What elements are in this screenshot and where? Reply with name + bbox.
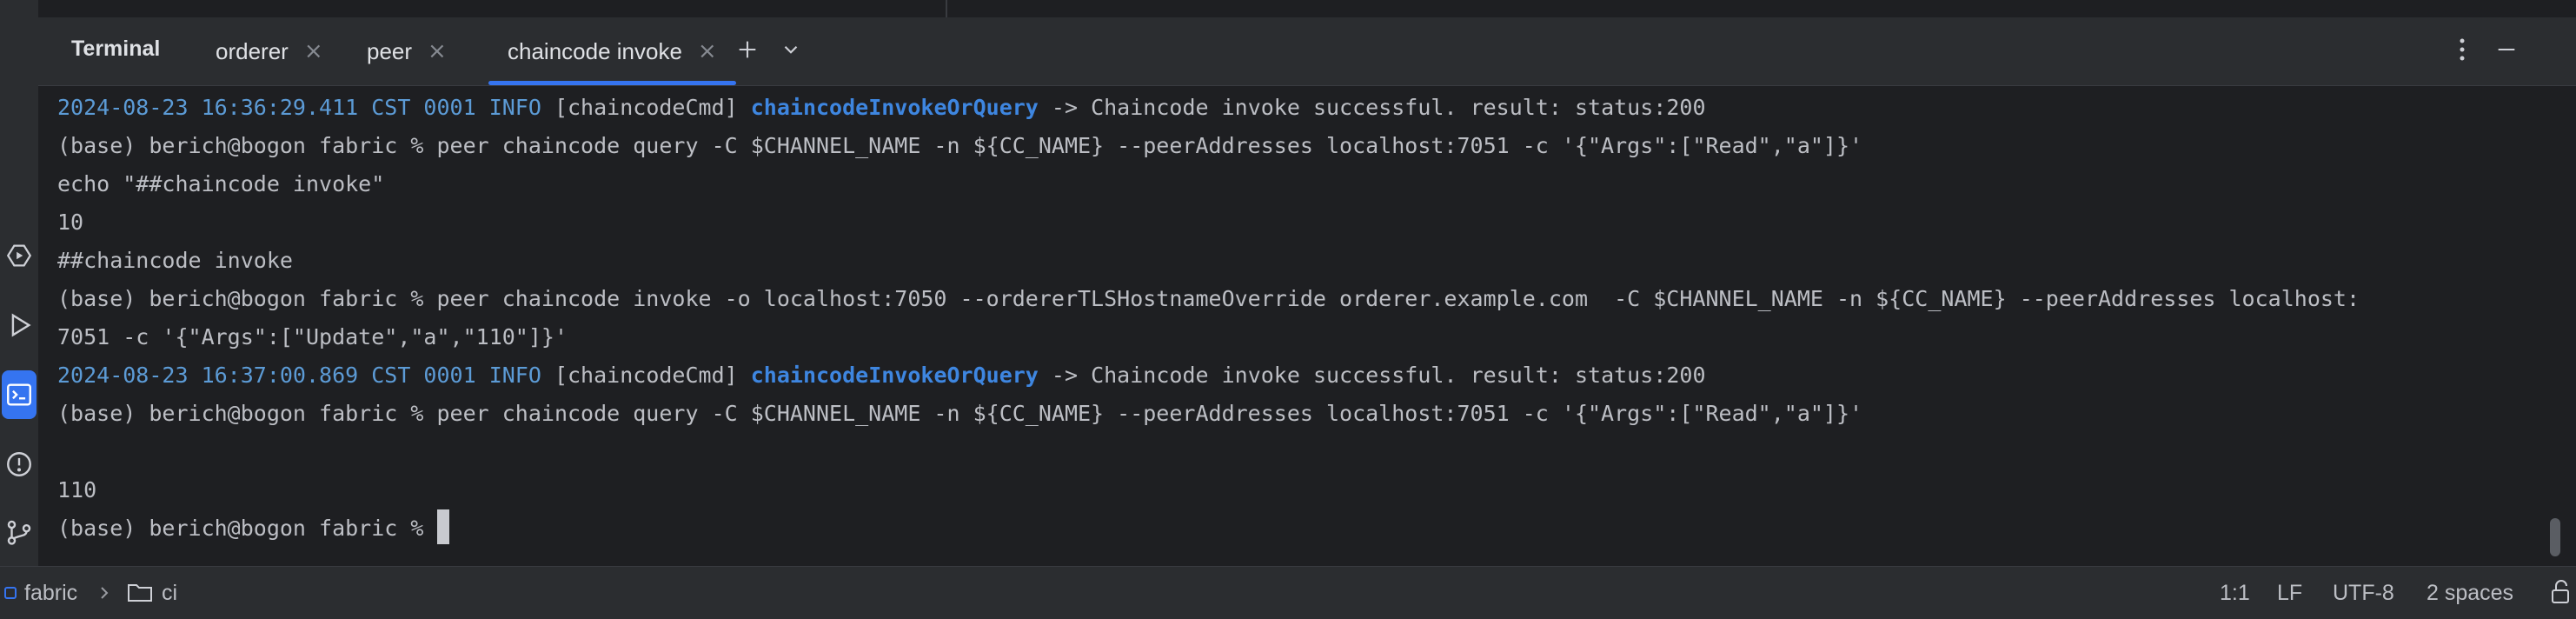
close-icon[interactable]: × [428,38,447,64]
problems-icon [7,452,31,476]
terminal-scrollbar[interactable] [2550,518,2560,556]
new-tab-button[interactable] [730,32,765,67]
terminal-cursor [436,509,449,544]
minimize-button[interactable] [2491,32,2522,67]
git-branch-icon [7,520,31,545]
close-icon[interactable]: × [698,38,717,64]
tab-orderer[interactable]: orderer × [216,17,323,85]
terminal-line: (base) berich@bogon fabric % peer chainc… [57,133,1863,158]
close-icon[interactable]: × [304,38,323,64]
git-tool-button[interactable] [2,508,37,556]
terminal-line: ##chaincode invoke [57,248,293,273]
minimize-icon [2498,48,2515,51]
plus-icon [739,41,756,58]
chevron-down-icon [784,45,798,54]
editor-split-divider [946,0,947,17]
left-toolbar [0,0,39,567]
editor-edge [38,0,2576,18]
log-message: -> Chaincode invoke successful. result: … [1038,363,1706,388]
run-icon [11,313,31,337]
terminal-line: 10 [57,210,84,235]
indent-setting[interactable]: 2 spaces [2427,567,2513,619]
run-tool-button[interactable] [2,301,37,349]
problems-tool-button[interactable] [2,440,37,489]
more-options-button[interactable] [2449,32,2475,67]
log-function: chaincodeInvokeOrQuery [750,95,1039,120]
file-encoding[interactable]: UTF-8 [2333,567,2394,619]
tool-window-title: Terminal [71,37,161,61]
left-toolbar-top [0,0,38,19]
folder-icon [128,584,152,602]
terminal-line: 2024-08-23 16:37:00.869 CST 0001 INFO [c… [57,356,1706,395]
breadcrumb-folder[interactable]: ci [162,567,177,619]
tab-label: peer [367,37,413,64]
services-tool-button[interactable] [2,231,37,280]
prompt-text: (base) berich@bogon fabric % [57,516,437,541]
module-icon [4,587,17,599]
log-timestamp: 2024-08-23 16:36:29.411 CST 0001 INFO [57,95,541,120]
terminal-tool-button[interactable] [2,370,37,419]
status-bar: fabric ci 1:1 LF UTF-8 2 spaces [0,566,2576,619]
chevron-right-icon [101,587,109,599]
caret-position[interactable]: 1:1 [2220,567,2250,619]
log-message: -> Chaincode invoke successful. result: … [1038,95,1706,120]
terminal-line: (base) berich@bogon fabric % peer chainc… [57,401,1863,426]
log-timestamp: 2024-08-23 16:37:00.869 CST 0001 INFO [57,363,541,388]
terminal-line: 7051 -c '{"Args":["Update","a","110"]}' [57,324,568,349]
tab-peer[interactable]: peer × [367,17,447,85]
line-ending[interactable]: LF [2277,567,2302,619]
terminal-output[interactable]: 2024-08-23 16:36:29.411 CST 0001 INFO [c… [57,89,2543,565]
services-icon [6,244,32,267]
terminal-line: (base) berich@bogon fabric % peer chainc… [57,286,2360,311]
lock-icon[interactable] [2550,579,2573,605]
log-source: [chaincodeCmd] [541,95,751,120]
breadcrumb-project[interactable]: fabric [24,567,77,619]
log-source: [chaincodeCmd] [541,363,751,388]
terminal-line: 2024-08-23 16:36:29.411 CST 0001 INFO [c… [57,89,1706,127]
tab-label: chaincode invoke [508,37,682,64]
terminal-line: 110 [57,477,97,503]
terminal-icon [7,383,31,406]
tab-options-button[interactable] [773,32,808,67]
tab-label: orderer [216,37,289,64]
terminal-tab-bar: Terminal orderer × peer × chaincode invo… [38,17,2576,86]
terminal-line: echo "##chaincode invoke" [57,171,385,196]
tab-chaincode-invoke[interactable]: chaincode invoke × [488,17,736,85]
log-function: chaincodeInvokeOrQuery [750,363,1039,388]
more-vertical-icon [2460,38,2465,61]
terminal-prompt-line: (base) berich@bogon fabric % [57,509,449,548]
